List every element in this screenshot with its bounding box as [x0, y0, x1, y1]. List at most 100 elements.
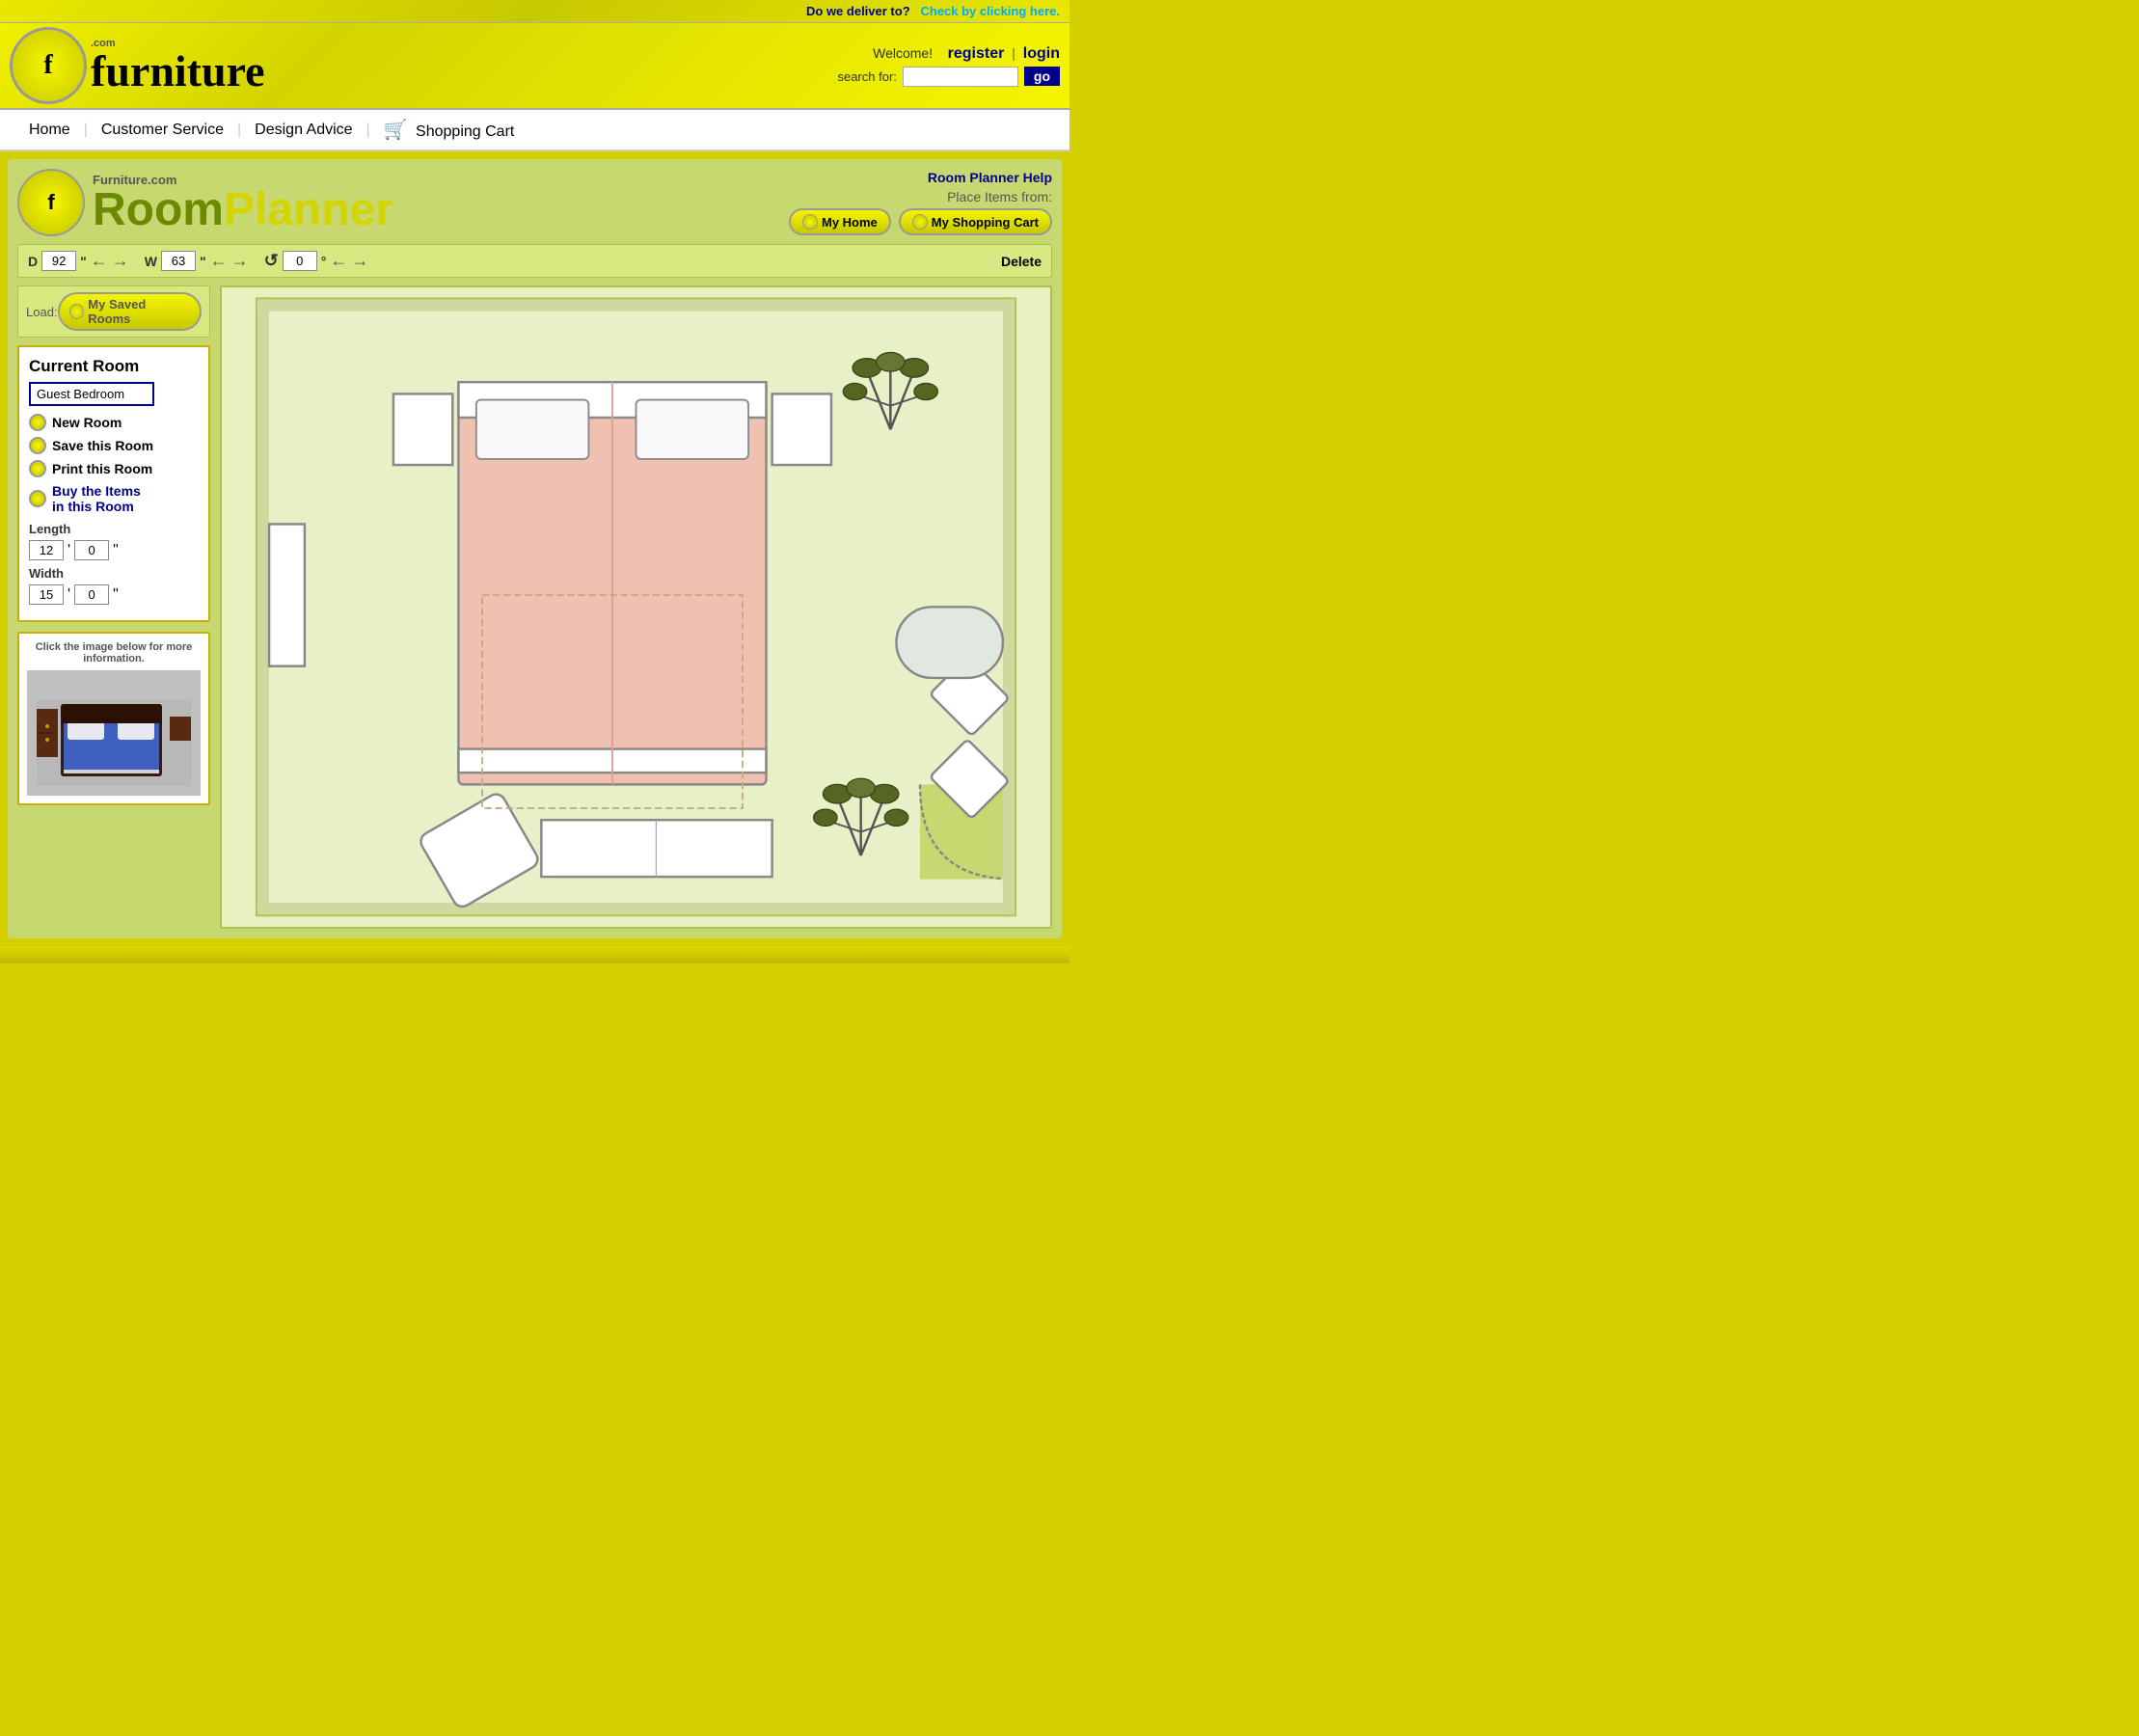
welcome-text: Welcome! — [873, 45, 933, 61]
new-room-label: New Room — [52, 415, 122, 430]
main-nav: Home | Customer Service | Design Advice … — [0, 110, 1070, 151]
load-label: Load: — [26, 305, 58, 319]
rotate-icon: ↺ — [264, 251, 279, 271]
register-link[interactable]: register — [948, 45, 1005, 62]
load-circle — [69, 304, 85, 319]
delete-button[interactable]: Delete — [1001, 254, 1042, 269]
width-arrow-left: ← — [210, 251, 228, 271]
main-content: f Furniture.com RoomPlanner Room Planner… — [8, 159, 1062, 938]
current-room-title: Current Room — [29, 357, 199, 376]
load-saved-rooms-button[interactable]: My Saved Rooms — [58, 292, 202, 331]
width-ft-unit: ' — [68, 586, 70, 604]
print-room-label: Print this Room — [52, 461, 152, 476]
length-in-input[interactable] — [74, 540, 109, 560]
my-shopping-cart-button[interactable]: My Shopping Cart — [899, 208, 1052, 235]
preview-image[interactable] — [27, 670, 201, 796]
logo-furniture-text: furniture — [91, 49, 265, 94]
width-control: W " ← → — [145, 251, 249, 271]
planner-logo-circle: f — [17, 169, 85, 236]
planner-logo: f Furniture.com RoomPlanner — [17, 169, 393, 236]
nav-customer-service[interactable]: Customer Service — [88, 122, 237, 139]
rotate-arrow-right: → — [351, 251, 368, 271]
shopping-cart-circle — [912, 214, 928, 230]
preview-label: Click the image below for more informati… — [27, 641, 201, 665]
width-ft-input[interactable] — [29, 584, 64, 605]
depth-arrow-right: → — [112, 251, 129, 271]
search-row: search for: go — [837, 67, 1060, 87]
go-button[interactable]: go — [1024, 67, 1060, 86]
save-room-label: Save this Room — [52, 438, 153, 453]
depth-input[interactable] — [41, 251, 76, 271]
width-label: Width — [29, 566, 199, 581]
shopping-cart-label: My Shopping Cart — [932, 215, 1039, 230]
depth-label: D — [28, 254, 38, 269]
search-input[interactable] — [903, 67, 1018, 87]
load-button-label: My Saved Rooms — [88, 297, 190, 326]
print-room-circle — [29, 460, 46, 477]
width-in-unit: " — [113, 586, 119, 604]
load-section: Load: My Saved Rooms — [17, 285, 210, 338]
logo-area: f .com furniture — [10, 27, 265, 104]
planner-title-big: RoomPlanner — [93, 187, 393, 233]
site-header: f .com furniture Welcome! register | log… — [0, 23, 1070, 110]
rotate-input[interactable] — [283, 251, 317, 271]
width-arrow-right: → — [231, 251, 249, 271]
nav-design-advice[interactable]: Design Advice — [241, 122, 366, 139]
length-ft-input[interactable] — [29, 540, 64, 560]
place-items-label: Place Items from: — [789, 189, 1052, 204]
login-link[interactable]: login — [1023, 45, 1060, 62]
top-delivery-bar: Do we deliver to? Check by clicking here… — [0, 0, 1070, 23]
rotate-arrow-left: ← — [330, 251, 347, 271]
preview-panel: Click the image below for more informati… — [17, 632, 210, 805]
place-items-buttons: My Home My Shopping Cart — [789, 208, 1052, 235]
room-canvas[interactable] — [220, 285, 1052, 929]
search-label: search for: — [837, 69, 896, 84]
rotate-unit: ° — [321, 254, 327, 269]
my-home-circle — [802, 214, 818, 230]
planner-body: Load: My Saved Rooms Current Room New Ro… — [17, 285, 1052, 929]
header-nav: Welcome! register | login — [837, 45, 1060, 63]
width-input[interactable] — [161, 251, 196, 271]
planner-header: f Furniture.com RoomPlanner Room Planner… — [17, 169, 1052, 236]
deliver-question: Do we deliver to? — [806, 4, 910, 18]
nav-pipe: | — [1012, 45, 1015, 61]
planner-room-word: Room — [93, 184, 224, 235]
nav-home[interactable]: Home — [15, 122, 84, 139]
my-home-button[interactable]: My Home — [789, 208, 891, 235]
logo-circle: f — [10, 27, 87, 104]
room-options: New Room Save this Room Print this Room … — [29, 414, 199, 514]
controls-bar: D " ← → W " ← → ↺ ° ← → Delete — [17, 244, 1052, 278]
buy-items-option[interactable]: Buy the Itemsin this Room — [29, 483, 199, 514]
width-row: ' " — [29, 584, 199, 605]
my-home-label: My Home — [822, 215, 878, 230]
nav-shopping-cart[interactable]: 🛒 Shopping Cart — [370, 118, 528, 142]
depth-arrow-left: ← — [91, 251, 108, 271]
planner-help-link[interactable]: Room Planner Help — [789, 170, 1052, 185]
check-delivery-link[interactable]: Check by clicking here. — [920, 4, 1060, 18]
length-label: Length — [29, 522, 199, 536]
width-in-input[interactable] — [74, 584, 109, 605]
bottom-bar — [0, 946, 1070, 963]
planner-title-area: Furniture.com RoomPlanner — [93, 173, 393, 233]
current-room-panel: Current Room New Room Save this Room Pri… — [17, 345, 210, 622]
length-row: ' " — [29, 540, 199, 560]
length-ft-unit: ' — [68, 542, 70, 559]
length-in-unit: " — [113, 542, 119, 559]
header-right: Welcome! register | login search for: go — [837, 45, 1060, 87]
print-room-option[interactable]: Print this Room — [29, 460, 199, 477]
depth-control: D " ← → — [28, 251, 129, 271]
buy-items-circle — [29, 490, 46, 507]
left-panel: Load: My Saved Rooms Current Room New Ro… — [17, 285, 210, 929]
width-unit: " — [200, 254, 206, 269]
width-label: W — [145, 254, 157, 269]
planner-planner-word: Planner — [224, 184, 393, 235]
new-room-option[interactable]: New Room — [29, 414, 199, 431]
planner-right: Room Planner Help Place Items from: My H… — [789, 170, 1052, 235]
save-room-circle — [29, 437, 46, 454]
depth-unit: " — [80, 254, 87, 269]
save-room-option[interactable]: Save this Room — [29, 437, 199, 454]
room-name-input[interactable] — [29, 382, 154, 406]
preview-svg — [27, 670, 201, 796]
room-plan-svg — [222, 287, 1050, 927]
rotate-control: ↺ ° ← → — [264, 251, 369, 271]
